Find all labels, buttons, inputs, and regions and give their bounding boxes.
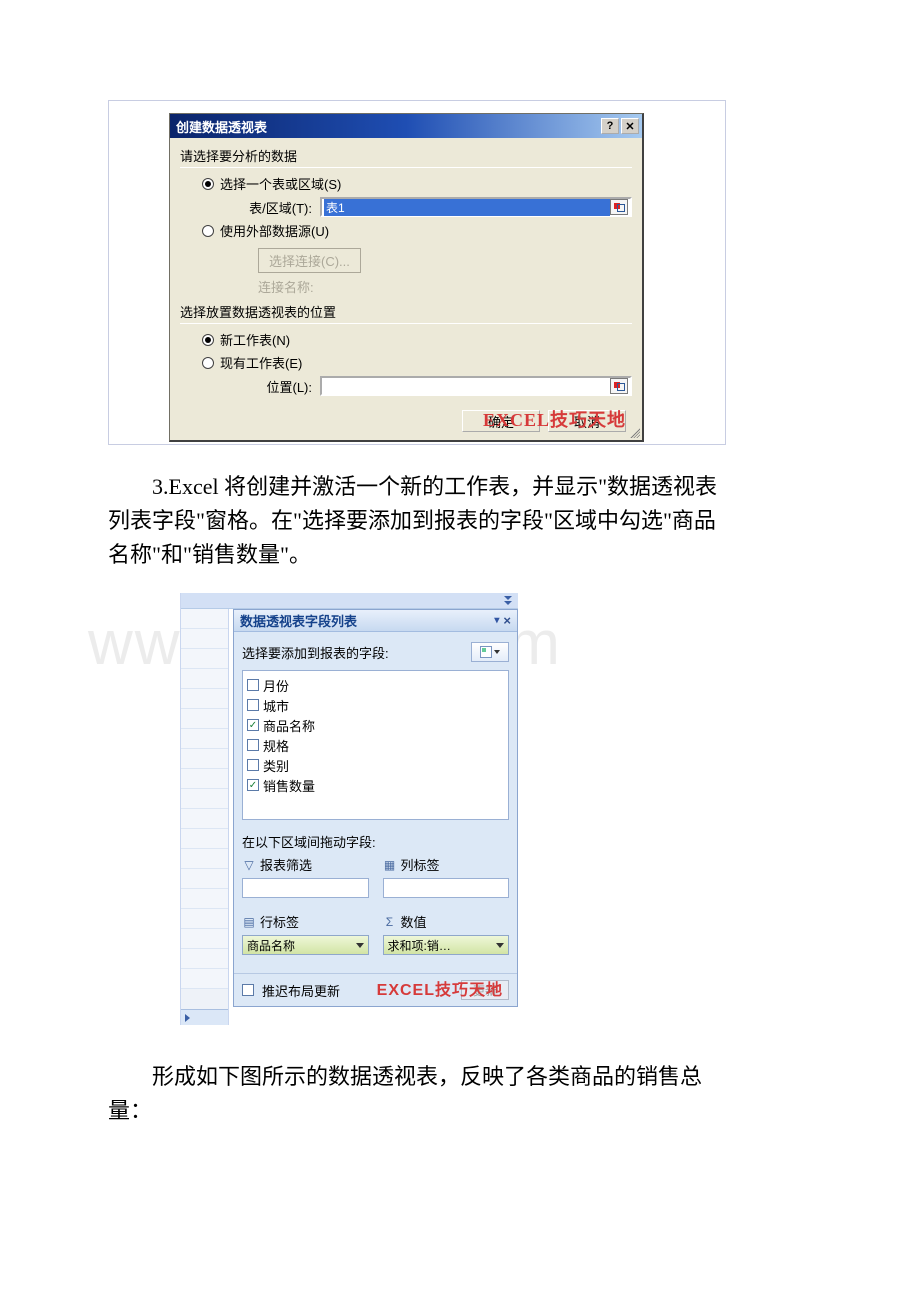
expand-ribbon-icon[interactable] <box>502 595 514 607</box>
location-label: 位置(L): <box>230 377 312 396</box>
worksheet-row-rail <box>181 609 229 1025</box>
location-input[interactable] <box>320 376 632 396</box>
area-report-filter-drop[interactable] <box>242 878 369 898</box>
drag-fields-label: 在以下区域间拖动字段: <box>242 832 509 851</box>
update-button: 更新 <box>461 980 509 1000</box>
chevron-down-icon <box>496 943 504 948</box>
sigma-icon: Σ <box>383 915 397 929</box>
defer-layout-checkbox[interactable] <box>242 984 254 996</box>
value-field-label: 求和项:销… <box>388 937 451 954</box>
chevron-down-icon <box>494 650 500 654</box>
row-field-label: 商品名称 <box>247 937 295 954</box>
field-spec[interactable]: 规格 <box>247 735 504 755</box>
choose-fields-label: 选择要添加到报表的字段: <box>242 643 389 662</box>
field-city[interactable]: 城市 <box>247 695 504 715</box>
group-location-label: 选择放置数据透视表的位置 <box>180 302 632 321</box>
area-report-filter-header: ▽ 报表筛选 <box>242 855 369 874</box>
field-product-name[interactable]: ✓ 商品名称 <box>247 715 504 735</box>
ribbon-collapse-bar <box>181 593 518 609</box>
close-icon[interactable]: ✕ <box>621 118 639 134</box>
radio-icon <box>202 334 214 346</box>
field-label: 规格 <box>263 736 289 755</box>
range-input-value: 表1 <box>324 199 610 216</box>
fieldlist-screenshot-container: 数据透视表字段列表 ▾ × 选择要添加到报表的字段: 月份 城市 ✓ <box>180 593 518 1025</box>
area-column-labels-drop[interactable] <box>383 878 510 898</box>
dialog-screenshot-container: 创建数据透视表 ? ✕ 请选择要分析的数据 选择一个表或区域(S) 表/区域(T… <box>108 100 726 445</box>
layout-icon <box>480 646 492 658</box>
field-list: 月份 城市 ✓ 商品名称 规格 类别 ✓ 销售数量 <box>242 670 509 820</box>
connection-name-label: 连接名称: <box>258 277 632 296</box>
pane-menu-icon[interactable]: ▾ <box>494 615 499 626</box>
columns-icon: ▦ <box>383 858 397 872</box>
body-text-step3: 3.Excel 将创建并激活一个新的工作表，并显示"数据透视表列表字段"窗格。在… <box>108 470 718 572</box>
choose-connection-button: 选择连接(C)... <box>258 248 361 273</box>
radio-external-source-label: 使用外部数据源(U) <box>220 221 329 240</box>
layout-options-button[interactable] <box>471 642 509 662</box>
checkbox-icon[interactable] <box>247 739 259 751</box>
radio-new-worksheet-label: 新工作表(N) <box>220 330 290 349</box>
row-field-item[interactable]: 商品名称 <box>242 935 369 955</box>
radio-existing-worksheet-label: 现有工作表(E) <box>220 353 302 372</box>
range-input[interactable]: 表1 <box>320 197 632 217</box>
pivottable-field-list-pane: 数据透视表字段列表 ▾ × 选择要添加到报表的字段: 月份 城市 ✓ <box>233 609 518 1007</box>
rows-icon: ▤ <box>242 915 256 929</box>
group-data-source-label: 请选择要分析的数据 <box>180 146 632 165</box>
field-label: 销售数量 <box>263 776 315 795</box>
field-label: 类别 <box>263 756 289 775</box>
cancel-button[interactable]: 取消 <box>548 410 626 432</box>
field-label: 月份 <box>263 676 289 695</box>
radio-icon <box>202 178 214 190</box>
sheet-scroll-first-icon[interactable] <box>181 1009 228 1025</box>
ok-button[interactable]: 确定 <box>462 410 540 432</box>
collapse-dialog-icon[interactable] <box>610 199 628 215</box>
area-values-header: Σ 数值 <box>383 912 510 931</box>
body-text-result: 形成如下图所示的数据透视表，反映了各类商品的销售总量： <box>108 1060 728 1128</box>
area-label: 报表筛选 <box>260 855 312 874</box>
radio-existing-worksheet[interactable]: 现有工作表(E) <box>202 353 632 372</box>
area-column-labels-header: ▦ 列标签 <box>383 855 510 874</box>
resize-grip-icon[interactable] <box>628 426 640 438</box>
radio-icon <box>202 225 214 237</box>
pane-titlebar: 数据透视表字段列表 ▾ × <box>234 610 517 632</box>
radio-select-range-label: 选择一个表或区域(S) <box>220 174 341 193</box>
area-row-labels-header: ▤ 行标签 <box>242 912 369 931</box>
pane-close-icon[interactable]: × <box>503 613 511 628</box>
create-pivottable-dialog: 创建数据透视表 ? ✕ 请选择要分析的数据 选择一个表或区域(S) 表/区域(T… <box>169 113 644 442</box>
radio-icon <box>202 357 214 369</box>
defer-layout-label: 推迟布局更新 <box>262 981 340 1000</box>
checkbox-icon[interactable] <box>247 679 259 691</box>
dialog-titlebar: 创建数据透视表 ? ✕ <box>170 114 642 138</box>
value-field-item[interactable]: 求和项:销… <box>383 935 510 955</box>
checkbox-icon[interactable] <box>247 699 259 711</box>
chevron-down-icon <box>356 943 364 948</box>
field-label: 城市 <box>263 696 289 715</box>
help-icon[interactable]: ? <box>601 118 619 134</box>
collapse-dialog-icon[interactable] <box>610 378 628 394</box>
filter-icon: ▽ <box>242 858 256 872</box>
dialog-title: 创建数据透视表 <box>176 117 267 136</box>
checkbox-icon[interactable]: ✓ <box>247 719 259 731</box>
field-sales-qty[interactable]: ✓ 销售数量 <box>247 775 504 795</box>
area-label: 数值 <box>401 912 427 931</box>
checkbox-icon[interactable] <box>247 759 259 771</box>
area-label: 列标签 <box>401 855 440 874</box>
field-category[interactable]: 类别 <box>247 755 504 775</box>
range-label: 表/区域(T): <box>230 198 312 217</box>
radio-external-source[interactable]: 使用外部数据源(U) <box>202 221 632 240</box>
field-month[interactable]: 月份 <box>247 675 504 695</box>
radio-select-range[interactable]: 选择一个表或区域(S) <box>202 174 632 193</box>
radio-new-worksheet[interactable]: 新工作表(N) <box>202 330 632 349</box>
pane-title: 数据透视表字段列表 <box>240 611 357 630</box>
field-label: 商品名称 <box>263 716 315 735</box>
checkbox-icon[interactable]: ✓ <box>247 779 259 791</box>
area-label: 行标签 <box>260 912 299 931</box>
